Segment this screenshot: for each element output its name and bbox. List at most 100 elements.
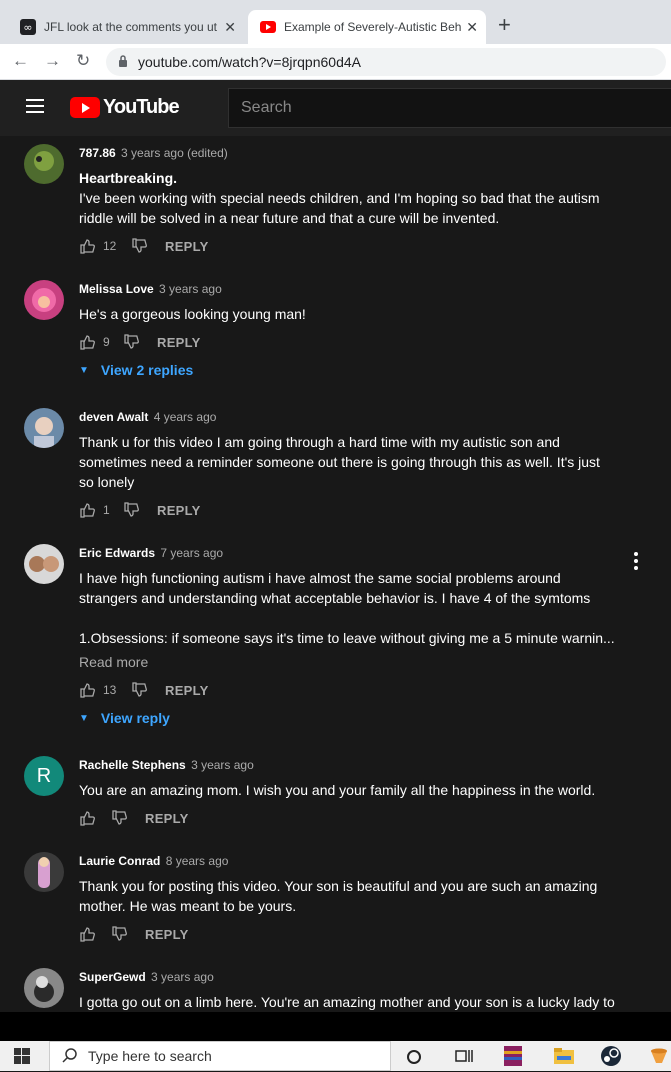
windows-taskbar: Type here to search bbox=[0, 1041, 671, 1071]
comment-line: 1.Obsessions: if someone says it's time … bbox=[79, 630, 615, 646]
reply-button[interactable]: REPLY bbox=[157, 335, 201, 350]
avatar[interactable] bbox=[24, 280, 64, 320]
avatar[interactable] bbox=[24, 144, 64, 184]
comment-text: Thank you for posting this video. Your s… bbox=[79, 876, 619, 916]
comment-line: strangers and understanding what accepta… bbox=[79, 590, 591, 606]
comment-text: Thank u for this video I am going throug… bbox=[79, 432, 619, 492]
comment-time[interactable]: 3 years ago bbox=[151, 970, 214, 984]
new-tab-icon[interactable]: + bbox=[498, 14, 511, 36]
comment-author[interactable]: deven Awalt bbox=[79, 410, 148, 424]
cortana-icon[interactable] bbox=[406, 1049, 422, 1065]
address-bar: ← → ↻ youtube.com/watch?v=8jrqpn60d4A bbox=[0, 44, 671, 80]
comment-text: You are an amazing mom. I wish you and y… bbox=[79, 780, 619, 800]
avatar[interactable] bbox=[24, 544, 64, 584]
comment-author[interactable]: Melissa Love bbox=[79, 282, 154, 296]
browser-tab-2[interactable]: Example of Severely-Autistic Beh ✕ bbox=[248, 10, 486, 44]
comment-text: I gotta go out on a limb here. You're an… bbox=[79, 992, 619, 1012]
thumbs-up-icon[interactable] bbox=[79, 926, 95, 942]
thumbs-down-icon[interactable] bbox=[111, 926, 127, 942]
comment-text: I have high functioning autism i have al… bbox=[79, 568, 619, 648]
steam-icon[interactable] bbox=[600, 1045, 622, 1067]
comment-line: so lonely bbox=[79, 474, 135, 490]
like-count: 13 bbox=[103, 683, 117, 697]
reply-button[interactable]: REPLY bbox=[165, 683, 209, 698]
thumbs-down-icon[interactable] bbox=[131, 682, 147, 698]
view-replies-label: View reply bbox=[100, 710, 170, 726]
comment-line bbox=[79, 608, 619, 628]
comments-section: 787.86 3 years ago (edited) Heartbreakin… bbox=[0, 136, 671, 1012]
winrar-icon[interactable] bbox=[502, 1045, 524, 1067]
avatar[interactable] bbox=[24, 408, 64, 448]
comment-author[interactable]: Rachelle Stephens bbox=[79, 758, 186, 772]
reply-button[interactable]: REPLY bbox=[145, 927, 189, 942]
comment-line: Heartbreaking. bbox=[79, 170, 178, 186]
reply-button[interactable]: REPLY bbox=[145, 811, 189, 826]
taskbar-search-input[interactable]: Type here to search bbox=[49, 1041, 391, 1071]
comment-actions: REPLY bbox=[79, 808, 189, 828]
comment-time[interactable]: 3 years ago bbox=[159, 282, 222, 296]
comment-time[interactable]: 8 years ago bbox=[166, 854, 229, 868]
thumbs-up-icon[interactable] bbox=[79, 682, 95, 698]
like-count: 9 bbox=[103, 335, 110, 349]
comment-time[interactable]: 4 years ago bbox=[154, 410, 217, 424]
comment-author[interactable]: 787.86 bbox=[79, 146, 116, 160]
comment-actions: 1 REPLY bbox=[79, 500, 201, 520]
thumbs-down-icon[interactable] bbox=[111, 810, 127, 826]
comment-time[interactable]: 3 years ago bbox=[191, 758, 254, 772]
reload-icon[interactable]: ↻ bbox=[76, 51, 90, 71]
thumbs-up-icon[interactable] bbox=[79, 334, 95, 350]
svg-text:∞: ∞ bbox=[23, 21, 32, 34]
browser-tab-strip: ∞ JFL look at the comments you ut ✕ Exam… bbox=[0, 0, 671, 44]
more-options-icon[interactable] bbox=[634, 552, 638, 573]
view-replies-button[interactable]: ▼ View 2 replies bbox=[79, 362, 193, 378]
app-icon[interactable] bbox=[648, 1045, 670, 1067]
comment-time[interactable]: 3 years ago (edited) bbox=[121, 146, 228, 160]
avatar[interactable]: R bbox=[24, 756, 64, 796]
like-count: 1 bbox=[103, 503, 110, 517]
reply-button[interactable]: REPLY bbox=[157, 503, 201, 518]
close-tab-icon[interactable]: ✕ bbox=[224, 19, 236, 36]
thumbs-down-icon[interactable] bbox=[131, 238, 147, 254]
url-text: youtube.com/watch?v=8jrqpn60d4A bbox=[138, 54, 361, 70]
file-explorer-icon[interactable] bbox=[553, 1045, 575, 1067]
comment-author[interactable]: Eric Edwards bbox=[79, 546, 155, 560]
thumbs-up-icon[interactable] bbox=[79, 502, 95, 518]
taskbar-search-placeholder: Type here to search bbox=[88, 1048, 212, 1064]
youtube-logo[interactable]: YouTube bbox=[70, 96, 180, 119]
youtube-header: YouTube Search bbox=[0, 80, 671, 136]
thumbs-down-icon[interactable] bbox=[123, 334, 139, 350]
back-arrow-icon[interactable]: ← bbox=[12, 51, 29, 71]
search-icon bbox=[62, 1047, 78, 1066]
windows-start-icon[interactable] bbox=[14, 1048, 30, 1064]
comment-author[interactable]: SuperGewd bbox=[79, 970, 146, 984]
tab-title: Example of Severely-Autistic Beh bbox=[284, 20, 462, 34]
search-input[interactable]: Search bbox=[228, 88, 671, 128]
logo-text: YouTube bbox=[103, 96, 180, 118]
chevron-down-icon: ▼ bbox=[79, 364, 89, 376]
view-replies-button[interactable]: ▼ View reply bbox=[79, 710, 170, 726]
comment-time[interactable]: 7 years ago bbox=[160, 546, 223, 560]
thumbs-up-icon[interactable] bbox=[79, 238, 95, 254]
comment-text: Heartbreaking. I've been working with sp… bbox=[79, 168, 619, 228]
view-replies-label: View 2 replies bbox=[100, 362, 194, 378]
forward-arrow-icon[interactable]: → bbox=[44, 51, 61, 71]
youtube-play-icon bbox=[70, 97, 100, 118]
read-more-button[interactable]: Read more bbox=[79, 654, 619, 670]
thumbs-down-icon[interactable] bbox=[123, 502, 139, 518]
comment-line: I have high functioning autism i have al… bbox=[79, 570, 561, 586]
task-view-icon[interactable] bbox=[454, 1048, 474, 1064]
comment-line: riddle will be solved in a near future a… bbox=[79, 210, 500, 226]
tab-title: JFL look at the comments you ut bbox=[44, 20, 217, 34]
lock-icon bbox=[118, 54, 128, 70]
reply-button[interactable]: REPLY bbox=[165, 239, 209, 254]
comment-author[interactable]: Laurie Conrad bbox=[79, 854, 160, 868]
thumbs-up-icon[interactable] bbox=[79, 810, 95, 826]
comment-line: Thank u for this video I am going throug… bbox=[79, 434, 560, 450]
url-field[interactable]: youtube.com/watch?v=8jrqpn60d4A bbox=[106, 48, 666, 76]
browser-tab-1[interactable]: ∞ JFL look at the comments you ut ✕ bbox=[8, 10, 244, 44]
infinity-icon: ∞ bbox=[20, 19, 36, 35]
avatar[interactable] bbox=[24, 968, 64, 1008]
avatar[interactable] bbox=[24, 852, 64, 892]
hamburger-menu-icon[interactable] bbox=[26, 99, 44, 117]
close-tab-icon[interactable]: ✕ bbox=[466, 19, 478, 36]
